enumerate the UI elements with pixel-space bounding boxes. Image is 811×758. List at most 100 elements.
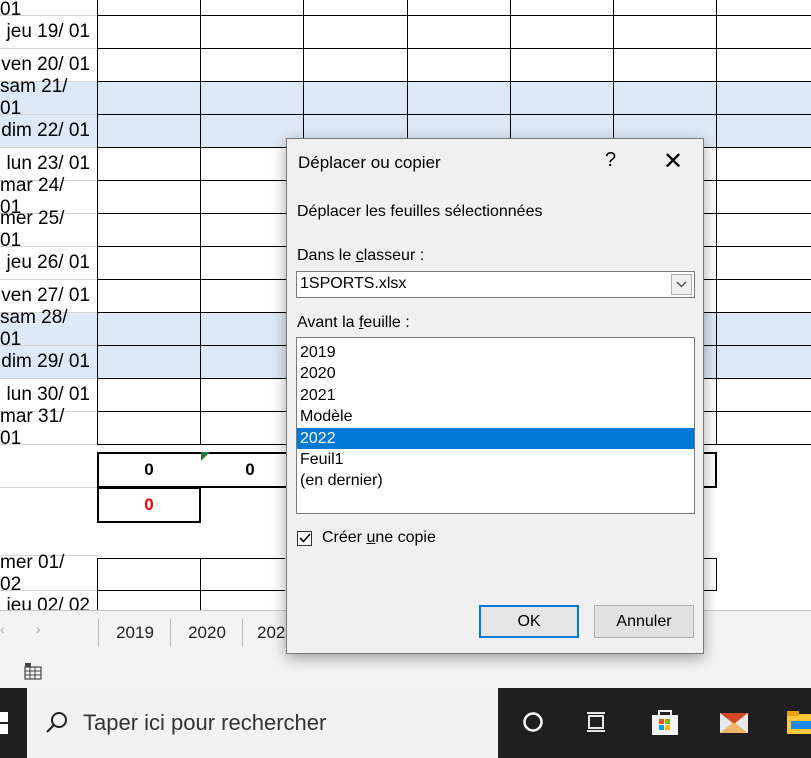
cancel-button[interactable]: Annuler: [594, 605, 694, 638]
taskbar-search[interactable]: Taper ici pour rechercher: [27, 688, 498, 758]
date-cell[interactable]: jeu 26/ 01: [0, 247, 97, 280]
data-cell[interactable]: [201, 558, 285, 591]
tab-2021[interactable]: 2021: [242, 619, 286, 647]
data-cell[interactable]: [408, 16, 511, 49]
date-cell[interactable]: sam 28/ 01: [0, 307, 97, 350]
data-cell[interactable]: [97, 247, 201, 280]
taskbar: Taper ici pour rechercher: [0, 688, 811, 758]
data-cell[interactable]: [614, 0, 717, 16]
start-icon[interactable]: [0, 712, 8, 734]
file-explorer-icon[interactable]: [781, 702, 811, 742]
ok-button[interactable]: OK: [479, 605, 579, 638]
sheet-list-item[interactable]: Modèle: [297, 406, 694, 427]
date-cell[interactable]: dim 29/ 01: [0, 346, 97, 379]
date-row: sam 21/ 01: [0, 76, 811, 119]
data-cell[interactable]: [201, 0, 304, 16]
date-cell[interactable]: mar 31/ 01: [0, 406, 97, 449]
tab-2019[interactable]: 2019: [98, 619, 171, 647]
data-cell[interactable]: [97, 82, 201, 115]
date-cell[interactable]: jeu 02/ 02: [0, 591, 97, 610]
data-cell[interactable]: [97, 49, 201, 82]
data-cell[interactable]: [408, 49, 511, 82]
totals-label-cell[interactable]: [0, 455, 97, 488]
tab-next-icon[interactable]: ›: [36, 621, 41, 637]
data-cell[interactable]: [201, 82, 304, 115]
data-cell[interactable]: [97, 181, 201, 214]
date-cell[interactable]: mer 01/ 02: [0, 552, 97, 595]
data-cell[interactable]: [717, 115, 811, 148]
sheet-list-item[interactable]: 2022: [297, 427, 694, 449]
data-cell[interactable]: [717, 181, 811, 214]
data-cell[interactable]: [511, 49, 614, 82]
date-row: ven 20/ 01: [0, 49, 811, 82]
tab-prev-icon[interactable]: ‹: [0, 621, 5, 637]
task-view-icon[interactable]: [577, 702, 617, 742]
data-cell[interactable]: [717, 346, 811, 379]
sheet-list-item[interactable]: Feuil1: [297, 449, 694, 470]
data-cell[interactable]: [201, 16, 304, 49]
date-cell[interactable]: mer 18/ 01: [0, 0, 97, 20]
sheet-list-item[interactable]: 2020: [297, 363, 694, 384]
date-cell[interactable]: sam 21/ 01: [0, 76, 97, 119]
data-cell[interactable]: [717, 49, 811, 82]
workbook-select[interactable]: 1SPORTS.xlsx: [296, 271, 695, 298]
data-cell[interactable]: [97, 346, 201, 379]
date-cell[interactable]: dim 22/ 01: [0, 115, 97, 148]
data-cell[interactable]: [717, 412, 811, 445]
data-cell[interactable]: [97, 591, 201, 610]
data-cell[interactable]: [97, 0, 201, 16]
data-cell[interactable]: [97, 379, 201, 412]
date-cell[interactable]: mer 25/ 01: [0, 208, 97, 251]
data-cell[interactable]: [97, 16, 201, 49]
data-cell[interactable]: [717, 214, 811, 247]
data-cell[interactable]: [717, 313, 811, 346]
data-cell[interactable]: [97, 148, 201, 181]
mail-icon[interactable]: [714, 702, 754, 742]
data-cell[interactable]: [408, 0, 511, 16]
create-copy-checkbox[interactable]: [297, 530, 312, 546]
data-cell[interactable]: [704, 558, 717, 591]
data-cell[interactable]: [717, 16, 811, 49]
create-copy-option[interactable]: Créer une copie: [297, 529, 436, 547]
before-sheet-list[interactable]: 2019 2020 2021 Modèle 2022 Feuil1 (en dernier): [296, 337, 695, 514]
data-cell[interactable]: [717, 148, 811, 181]
data-cell[interactable]: [614, 82, 717, 115]
data-cell[interactable]: [304, 82, 408, 115]
data-cell[interactable]: [201, 591, 285, 610]
data-cell[interactable]: [304, 0, 408, 16]
tab-2020[interactable]: 2020: [170, 619, 243, 647]
data-cell[interactable]: [614, 49, 717, 82]
data-cell[interactable]: [201, 49, 304, 82]
help-button[interactable]: ?: [605, 149, 616, 172]
data-cell[interactable]: [614, 16, 717, 49]
sheet-list-item[interactable]: 2019: [297, 342, 694, 363]
data-cell[interactable]: [408, 82, 511, 115]
before-label-post: euille :: [363, 314, 410, 331]
data-cell[interactable]: [717, 0, 811, 16]
total-cell-1[interactable]: 0: [97, 452, 201, 488]
data-cell[interactable]: [97, 280, 201, 313]
store-icon[interactable]: [645, 702, 685, 742]
data-cell[interactable]: [97, 214, 201, 247]
data-cell[interactable]: [717, 280, 811, 313]
cortana-icon[interactable]: [513, 702, 553, 742]
sheet-list-item[interactable]: 2021: [297, 385, 694, 406]
data-cell[interactable]: [304, 49, 408, 82]
data-cell[interactable]: [511, 16, 614, 49]
date-cell[interactable]: jeu 19/ 01: [0, 16, 97, 49]
data-cell[interactable]: [97, 313, 201, 346]
chevron-down-icon[interactable]: [671, 274, 692, 295]
total-cell-3[interactable]: 0: [97, 487, 201, 523]
data-cell[interactable]: [97, 558, 201, 591]
data-cell[interactable]: [717, 379, 811, 412]
cell-mode-icon: [24, 663, 42, 680]
data-cell[interactable]: [97, 412, 201, 445]
data-cell[interactable]: [717, 82, 811, 115]
data-cell[interactable]: [511, 0, 614, 16]
data-cell[interactable]: [717, 247, 811, 280]
close-icon[interactable]: ✕: [663, 147, 683, 176]
data-cell[interactable]: [97, 115, 201, 148]
data-cell[interactable]: [511, 82, 614, 115]
sheet-list-item[interactable]: (en dernier): [297, 470, 694, 491]
data-cell[interactable]: [304, 16, 408, 49]
